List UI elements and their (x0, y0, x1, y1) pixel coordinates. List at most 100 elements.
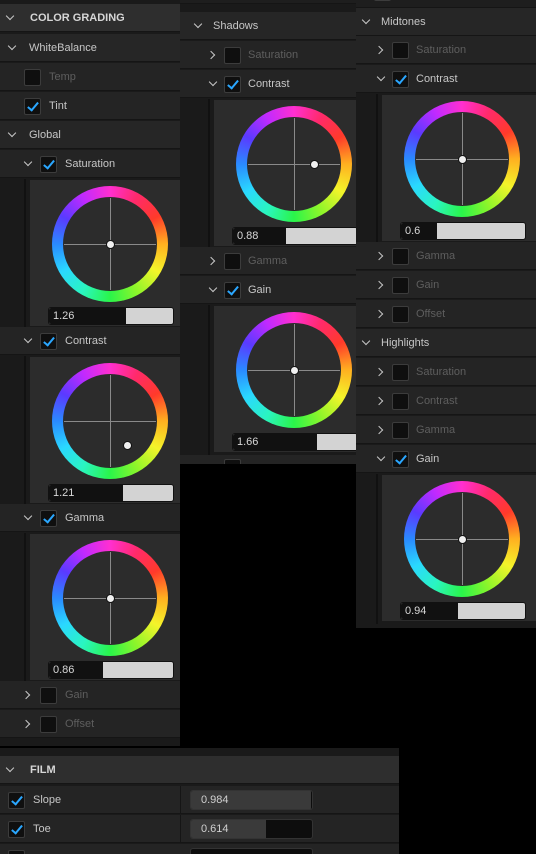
chevron-down-icon[interactable] (22, 158, 34, 170)
indent-guide (208, 99, 210, 247)
h-contrast-row: Contrast (356, 387, 536, 415)
slope-row: Slope 0.984 (0, 786, 399, 814)
chevron-down-icon[interactable] (360, 337, 372, 349)
value-text: 0.86 (53, 664, 75, 676)
slope-checkbox[interactable] (8, 792, 25, 809)
group-label: Midtones (381, 16, 426, 28)
white-balance-row[interactable]: WhiteBalance (0, 34, 180, 62)
chevron-down-icon[interactable] (360, 16, 372, 28)
gain-value-field[interactable]: 1.66 (232, 433, 356, 451)
indent-guide (24, 533, 26, 681)
color-wheel[interactable] (52, 186, 168, 302)
shadows-row[interactable]: Shadows (180, 12, 356, 40)
contrast-checkbox[interactable] (40, 333, 57, 350)
saturation-checkbox[interactable] (40, 156, 57, 173)
checkbox[interactable] (374, 0, 391, 1)
midtones-row[interactable]: Midtones (356, 8, 536, 36)
film-header[interactable]: FILM (0, 756, 399, 784)
gain-value-field[interactable]: 0.94 (400, 602, 526, 620)
contrast-checkbox[interactable] (392, 393, 409, 410)
contrast-value-field[interactable]: 0.6 (400, 222, 526, 240)
gamma-label: Gamma (65, 512, 105, 524)
saturation-checkbox[interactable] (224, 47, 241, 64)
chevron-down-icon[interactable] (192, 20, 204, 32)
color-wheel[interactable] (52, 363, 168, 479)
gamma-checkbox[interactable] (392, 422, 409, 439)
chevron-right-icon[interactable] (375, 366, 387, 378)
contrast-checkbox[interactable] (392, 71, 409, 88)
gamma-label: Gamma (416, 424, 456, 436)
gain-checkbox[interactable] (392, 277, 409, 294)
wheel-handle[interactable] (105, 239, 115, 249)
gamma-row: Gamma (0, 504, 180, 532)
contrast-value-field[interactable]: 1.21 (48, 484, 174, 502)
color-wheel[interactable] (236, 106, 352, 222)
chevron-down-icon[interactable] (4, 764, 16, 776)
chevron-down-icon[interactable] (6, 129, 18, 141)
checkbox[interactable] (224, 459, 241, 464)
wheel-handle[interactable] (122, 440, 132, 450)
value-field[interactable] (190, 848, 313, 854)
film-panel: FILM Slope 0.984 Toe 0.614 (0, 748, 399, 854)
gamma-checkbox[interactable] (224, 253, 241, 270)
gamma-checkbox[interactable] (392, 248, 409, 265)
chevron-right-icon[interactable] (375, 44, 387, 56)
chevron-down-icon[interactable] (207, 284, 219, 296)
contrast-value-field[interactable]: 0.88 (232, 227, 356, 245)
wheel-handle[interactable] (457, 154, 467, 164)
gain-checkbox[interactable] (224, 282, 241, 299)
chevron-right-icon[interactable] (375, 395, 387, 407)
chevron-down-icon[interactable] (375, 73, 387, 85)
cut-row (356, 0, 536, 8)
tint-checkbox[interactable] (24, 98, 41, 115)
color-wheel[interactable] (404, 101, 520, 217)
gain-checkbox[interactable] (40, 687, 57, 704)
color-wheel[interactable] (52, 540, 168, 656)
wheel-handle[interactable] (289, 365, 299, 375)
slope-value-field[interactable]: 0.984 (190, 790, 313, 810)
temp-checkbox[interactable] (24, 69, 41, 86)
chevron-down-icon[interactable] (207, 78, 219, 90)
chevron-right-icon[interactable] (375, 279, 387, 291)
contrast-wheel-box: 1.21 (30, 357, 180, 503)
gain-label: Gain (248, 284, 272, 296)
chevron-right-icon[interactable] (375, 308, 387, 320)
chevron-down-icon[interactable] (22, 335, 34, 347)
saturation-value-field[interactable]: 1.26 (48, 307, 174, 325)
chevron-right-icon[interactable] (207, 255, 219, 267)
gamma-checkbox[interactable] (40, 510, 57, 527)
chevron-right-icon[interactable] (22, 689, 34, 701)
h-gamma-row: Gamma (356, 416, 536, 444)
chevron-right-icon[interactable] (375, 424, 387, 436)
offset-checkbox[interactable] (392, 306, 409, 323)
color-grading-header[interactable]: COLOR GRADING (0, 4, 180, 32)
chevron-down-icon[interactable] (375, 453, 387, 465)
saturation-checkbox[interactable] (392, 42, 409, 59)
wheel-handle[interactable] (105, 593, 115, 603)
highlights-row[interactable]: Highlights (356, 329, 536, 357)
value-text: 1.26 (53, 310, 75, 322)
indent-guide (376, 94, 378, 242)
chevron-right-icon[interactable] (22, 718, 34, 730)
indent-guide (24, 179, 26, 327)
checkbox[interactable] (8, 850, 25, 854)
wheel-handle[interactable] (457, 534, 467, 544)
color-wheel[interactable] (236, 312, 352, 428)
h-gain-wheel-box: 0.94 (382, 475, 536, 621)
wheel-handle[interactable] (309, 159, 319, 169)
chevron-down-icon[interactable] (4, 12, 16, 24)
toe-checkbox[interactable] (8, 821, 25, 838)
chevron-right-icon[interactable] (375, 250, 387, 262)
color-wheel[interactable] (404, 481, 520, 597)
chevron-down-icon[interactable] (6, 42, 18, 54)
global-row[interactable]: Global (0, 121, 180, 149)
offset-checkbox[interactable] (40, 716, 57, 733)
gain-checkbox[interactable] (392, 451, 409, 468)
gamma-value-field[interactable]: 0.86 (48, 661, 174, 679)
gain-wheel-box: 1.66 (214, 306, 356, 452)
chevron-right-icon[interactable] (207, 49, 219, 61)
toe-value-field[interactable]: 0.614 (190, 819, 313, 839)
chevron-down-icon[interactable] (22, 512, 34, 524)
contrast-checkbox[interactable] (224, 76, 241, 93)
saturation-checkbox[interactable] (392, 364, 409, 381)
